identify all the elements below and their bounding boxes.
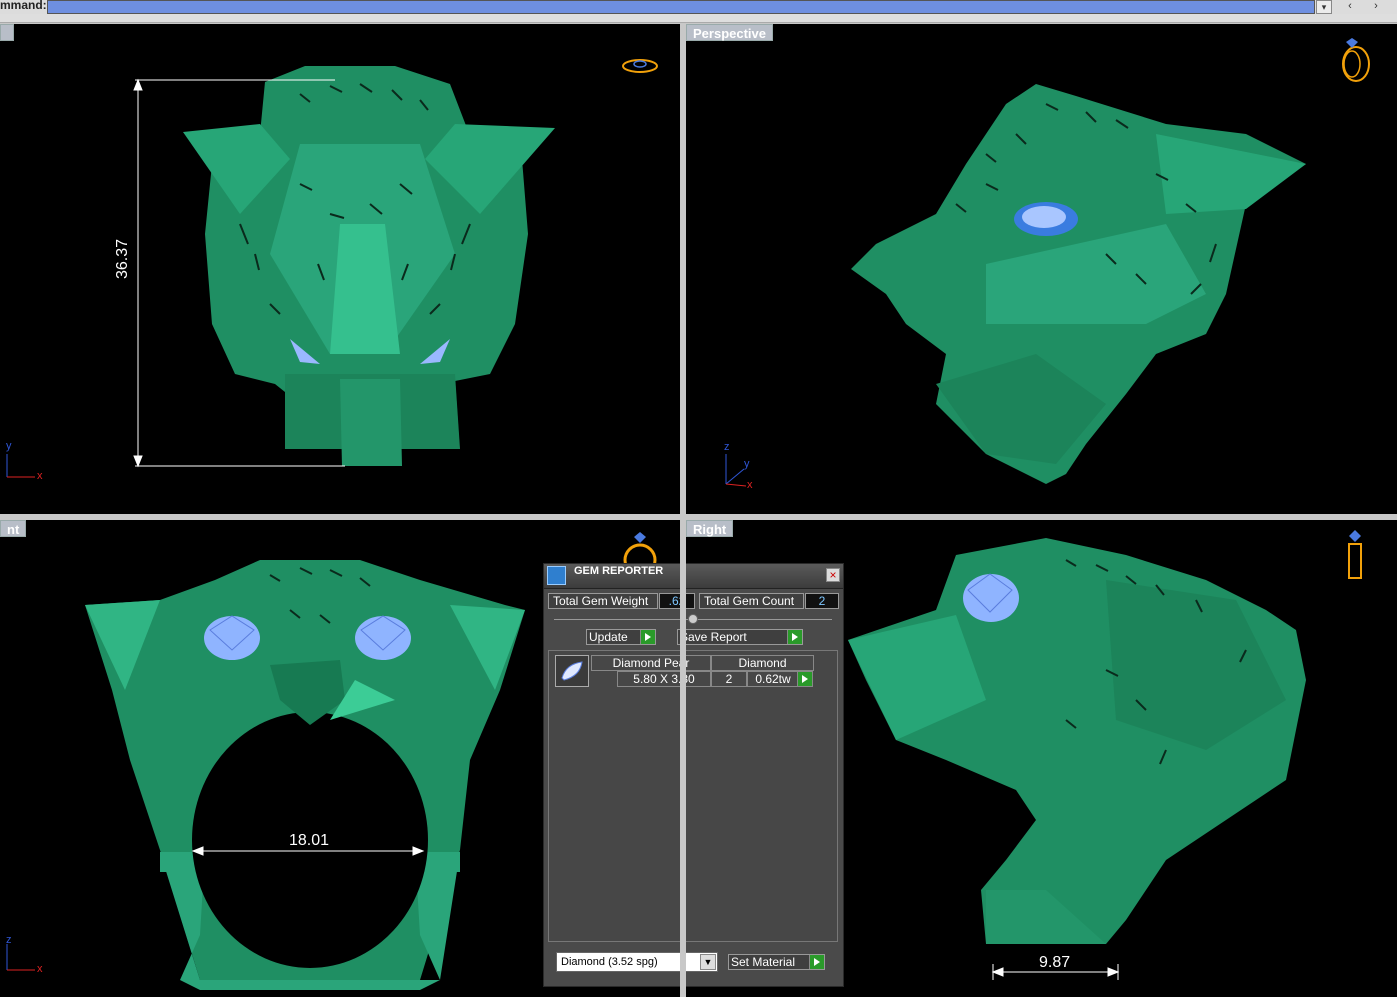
axis-y-label: y — [6, 440, 12, 452]
pear-gem-icon — [555, 655, 589, 687]
ring-view-icon[interactable] — [622, 59, 658, 73]
play-icon — [640, 630, 655, 644]
command-label: mmand: — [0, 0, 47, 12]
arrow-left-icon[interactable]: ‹ — [1336, 0, 1364, 14]
gem-material-cell: Diamond — [711, 655, 814, 671]
ring-side-icon[interactable] — [1348, 530, 1362, 579]
arrow-right-icon[interactable]: › — [1362, 0, 1390, 14]
total-weight-label: Total Gem Weight — [548, 593, 658, 609]
top-view-model — [6, 59, 658, 478]
axis-z-label: z — [724, 441, 730, 453]
gem-weight-cell[interactable]: 0.62tw — [747, 671, 813, 687]
total-count-value: 2 — [805, 593, 839, 609]
splitter-handle[interactable] — [688, 614, 698, 624]
axis-x-label: x — [37, 470, 43, 482]
chevron-down-icon[interactable]: ▼ — [700, 954, 716, 970]
save-report-button-label: Save Report — [680, 630, 747, 644]
save-report-button[interactable]: Save Report — [677, 629, 803, 645]
set-material-button[interactable]: Set Material — [728, 954, 825, 970]
material-select[interactable]: Diamond (3.52 spg) ▼ — [556, 952, 718, 972]
gem-list-panel: Diamond Pear Diamond 5.80 X 3.80 2 0.62t… — [548, 650, 838, 942]
axis-z-label: z — [6, 934, 12, 946]
axis-y-label: y — [744, 458, 750, 470]
gem-reporter-logo-icon — [547, 566, 566, 585]
gem-size-cell: 5.80 X 3.80 — [617, 671, 711, 687]
update-button-label: Update — [589, 630, 628, 644]
viewport-label-perspective[interactable]: Perspective — [686, 24, 773, 41]
axis-x-label: x — [747, 479, 753, 491]
width-dimension: 9.87 — [1039, 954, 1071, 971]
gem-shape-cell: Diamond Pear — [591, 655, 711, 671]
height-dimension: 36.37 — [114, 238, 131, 279]
viewport-label-top[interactable] — [0, 24, 14, 41]
viewport-perspective[interactable]: Perspective z y x — [686, 24, 1397, 514]
gem-count-cell: 2 — [711, 671, 747, 687]
total-weight-value: .62 — [659, 593, 695, 609]
viewport-label-right[interactable]: Right — [686, 520, 734, 537]
command-bar: mmand: ▾ ‹ › — [0, 0, 1397, 14]
material-select-value: Diamond (3.52 spg) — [561, 956, 658, 968]
viewport-splitter-horizontal[interactable] — [0, 514, 1397, 520]
command-input[interactable] — [47, 0, 1315, 14]
viewport-splitter-vertical[interactable] — [680, 24, 686, 997]
command-separator — [0, 14, 1397, 23]
play-icon — [787, 630, 802, 644]
ring-perspective-icon[interactable] — [1342, 38, 1370, 82]
viewport-top[interactable]: 36.37 y x — [0, 24, 680, 514]
gem-reporter-titlebar[interactable]: GEM REPORTER × — [544, 564, 843, 589]
gem-reporter-title: GEM REPORTER — [574, 565, 664, 577]
viewport-label-front[interactable]: nt — [0, 520, 27, 537]
set-material-button-label: Set Material — [731, 955, 796, 969]
play-icon — [809, 955, 824, 969]
axis-x-label: x — [37, 963, 43, 975]
ring-size-dimension: 18.01 — [289, 832, 330, 849]
total-count-label: Total Gem Count — [699, 593, 804, 609]
update-button[interactable]: Update — [586, 629, 656, 645]
close-icon[interactable]: × — [826, 568, 840, 582]
play-icon — [797, 672, 812, 686]
command-history-scroll[interactable]: ▾ — [1316, 0, 1332, 14]
gem-weight-value: 0.62tw — [755, 672, 791, 686]
gem-reporter-dialog: GEM REPORTER × Total Gem Weight .62 Tota… — [543, 563, 844, 987]
perspective-view-model — [725, 38, 1370, 487]
